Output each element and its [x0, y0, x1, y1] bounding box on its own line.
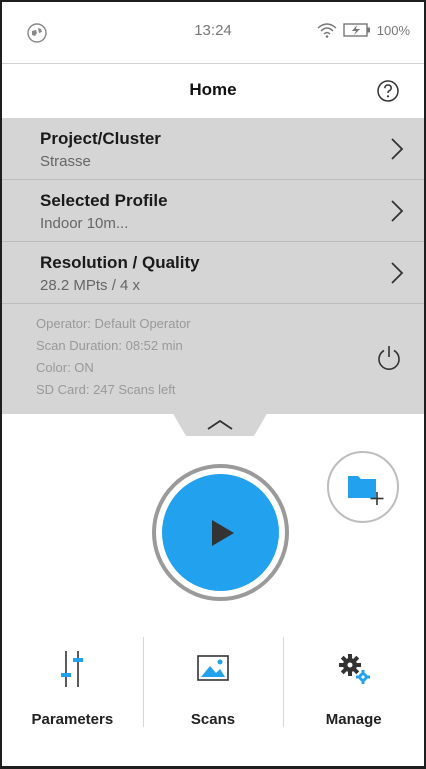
help-icon[interactable] [376, 79, 400, 103]
nav-item-manage[interactable]: Manage [283, 635, 424, 766]
start-scan-button-fill [162, 474, 279, 591]
info-operator: Operator: Default Operator [36, 316, 191, 331]
folder-add-icon [348, 476, 384, 505]
menu-item-value: 28.2 MPts / 4 x [40, 277, 141, 294]
info-sd-card: SD Card: 247 Scans left [36, 382, 176, 397]
menu-item-value: Strasse [40, 153, 91, 170]
bottom-navigation: Parameters Scans Manage [2, 635, 424, 766]
image-icon [197, 655, 229, 681]
chevron-right-icon [391, 138, 404, 160]
menu-item-selected-profile[interactable]: Selected Profile Indoor 10m... [2, 180, 424, 242]
page-title: Home [189, 80, 237, 99]
settings-panel: Project/Cluster Strasse Selected Profile… [2, 118, 424, 414]
start-scan-button[interactable] [152, 464, 289, 601]
info-color: Color: ON [36, 360, 94, 375]
play-icon [212, 520, 234, 546]
menu-item-label: Project/Cluster [40, 129, 161, 148]
menu-item-label: Resolution / Quality [40, 253, 200, 272]
nav-item-scans[interactable]: Scans [142, 635, 284, 766]
nav-label: Parameters [31, 711, 114, 728]
battery-charging-icon [343, 23, 370, 37]
menu-item-project-cluster[interactable]: Project/Cluster Strasse [2, 118, 424, 180]
power-icon[interactable] [376, 344, 402, 372]
nav-label: Manage [325, 711, 382, 728]
header: Home [2, 64, 424, 118]
wifi-icon [317, 23, 337, 38]
device-screen: 13:24 100% Home Project/Cluster Strasse … [0, 0, 426, 769]
status-bar: 13:24 100% [2, 2, 424, 64]
sliders-icon [61, 651, 84, 687]
status-indicators: 100% [317, 22, 410, 38]
expand-panel-tab[interactable] [172, 412, 268, 438]
battery-level: 100% [376, 22, 410, 38]
chevron-right-icon [391, 262, 404, 284]
chevron-right-icon [391, 200, 404, 222]
nav-item-parameters[interactable]: Parameters [2, 635, 143, 766]
add-folder-button[interactable] [327, 451, 399, 523]
scan-info: Operator: Default Operator Scan Duration… [2, 304, 424, 414]
nav-label: Scans [190, 711, 236, 728]
menu-item-label: Selected Profile [40, 191, 168, 210]
menu-item-resolution-quality[interactable]: Resolution / Quality 28.2 MPts / 4 x [2, 242, 424, 304]
menu-item-value: Indoor 10m... [40, 215, 129, 232]
info-scan-duration: Scan Duration: 08:52 min [36, 338, 183, 353]
gears-icon [338, 654, 370, 684]
